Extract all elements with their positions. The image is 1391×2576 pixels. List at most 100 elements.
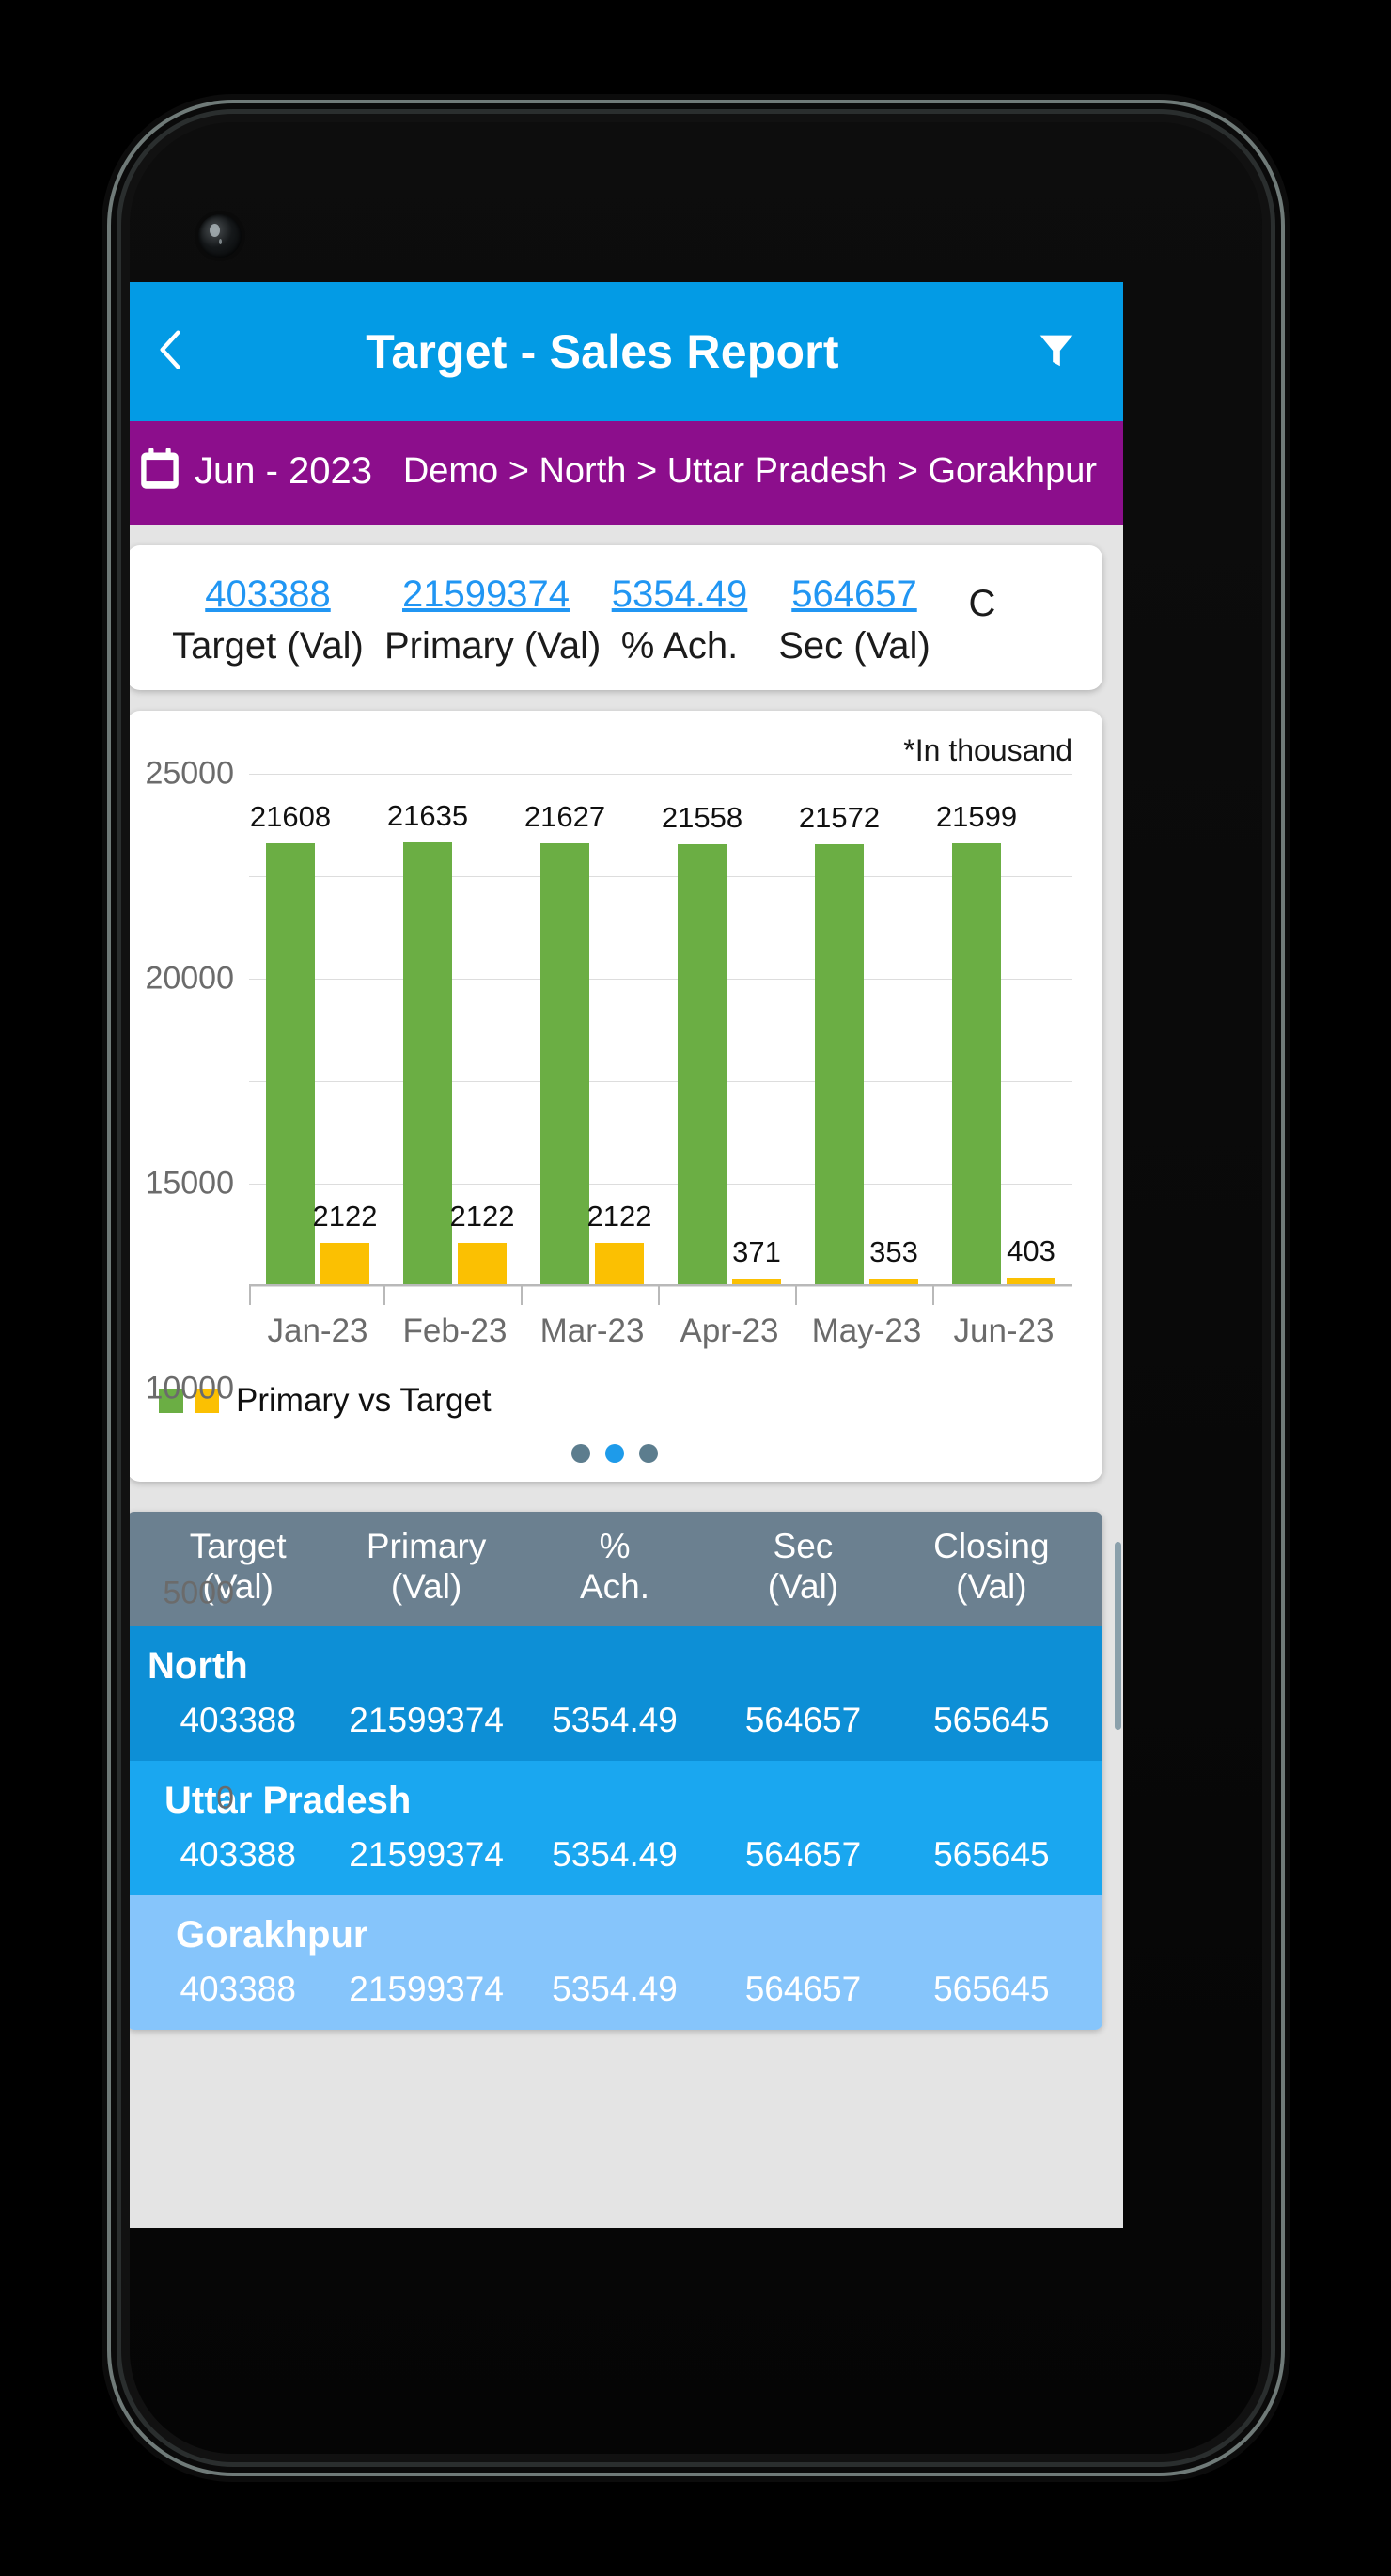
table-row[interactable]: Uttar Pradesh 403388 21599374 5354.49 564657… [130, 1760, 1102, 1895]
kpi-label: C [968, 583, 996, 624]
table-row[interactable]: North 403388 21599374 5354.49 564657 565645 [130, 1626, 1102, 1761]
table-header-row: Target (Val) Primary (Val)% Ach. Sec (Val) Clos… [130, 1512, 1102, 1626]
pagination-dot[interactable] [639, 1444, 658, 1463]
chart-legend: Primary vs Target [144, 1350, 1086, 1420]
bar-group: 21635 2122 [383, 774, 524, 1305]
bar-value-label: 403 [1007, 1234, 1055, 1268]
bar-value-label: 2122 [312, 1199, 378, 1233]
kpi-value[interactable]: 564657 [772, 573, 937, 616]
table-cell: 565645 [933, 1834, 1050, 1874]
bar-group: 21558 371 [658, 774, 798, 1305]
y-axis-tick-label: 5000 [163, 1575, 234, 1611]
x-axis-label: Jan-23 [267, 1312, 368, 1349]
kpi-summary-card: 403388 Target (Val) 21599374 Primary (Val) 5… [130, 545, 1102, 690]
kpi-label: Target (Val) [172, 625, 364, 667]
filter-button[interactable] [1024, 319, 1089, 385]
table-cell: 564657 [744, 1969, 862, 2008]
table-column-header: Closing (Val) [933, 1527, 1050, 1606]
bar-value-label: 2122 [586, 1199, 652, 1233]
table-cell: 403388 [180, 1834, 296, 1874]
funnel-filter-icon [1035, 328, 1078, 376]
kpi-label: % Ach. [620, 625, 739, 667]
bar-primary[interactable]: 21572 [799, 801, 880, 1286]
table-row-values: 403388 21599374 5354.49 564657 565645 [144, 1835, 1086, 1875]
x-axis-tick [521, 1286, 523, 1305]
table-cell: 5354.49 [552, 1969, 678, 2008]
bar-value-label: 21635 [386, 799, 469, 833]
kpi-item[interactable]: C [945, 573, 1020, 625]
bar-primary[interactable]: 21599 [936, 800, 1017, 1286]
vertical-scrollbar[interactable] [1115, 1542, 1121, 1730]
chart-x-axis-labels: Jan-23 Feb-23 Mar-23 Apr-23 May-23 Jun-23 [249, 1312, 1072, 1350]
y-axis-tick-label: 0 [216, 1780, 234, 1816]
pagination-dot[interactable] [605, 1444, 624, 1463]
calendar-icon[interactable] [134, 444, 185, 498]
bar-value-label: 21608 [249, 799, 332, 833]
context-bar: Jun - 2023 Demo > North > Uttar Pradesh … [130, 421, 1123, 525]
chart-plot-area: 0 5000 10000 15000 20000 25000 21608 2122 21635… [145, 756, 1072, 1816]
table-row-name: Uttar Pradesh [164, 1779, 412, 1821]
bar-target[interactable]: 2122 [313, 1200, 377, 1286]
y-axis-tick-label: 15000 [145, 1165, 234, 1202]
table-cell: 403388 [180, 1700, 296, 1739]
kpi-item[interactable]: 564657 Sec (Val) [764, 573, 945, 668]
carousel-pagination[interactable] [144, 1420, 1086, 1469]
table-row-values: 403388 21599374 5354.49 564657 565645 [144, 1701, 1086, 1740]
phone-bezel: Target - Sales Report Jun - 2023 Demo > … [130, 122, 1262, 2454]
bar-value-label: 371 [732, 1234, 781, 1268]
bar-value-label: 2122 [449, 1199, 515, 1233]
legend-label: Primary vs Target [236, 1382, 492, 1419]
phone-frame: Target - Sales Report Jun - 2023 Demo > … [130, 122, 1262, 2454]
x-axis-tick [383, 1286, 385, 1305]
bar-primary[interactable]: 21608 [250, 800, 331, 1286]
table-cell: 5354.49 [552, 1700, 678, 1739]
bar-group: 21599 403 [932, 774, 1072, 1305]
kpi-label: Primary (Val) [384, 625, 602, 667]
table-column-header: % Ach. [579, 1527, 650, 1606]
table-cell: 403388 [180, 1969, 296, 2008]
kpi-item[interactable]: 21599374 Primary (Val) [377, 573, 602, 668]
table-row-name: North [148, 1644, 248, 1687]
kpi-label: Sec (Val) [778, 625, 930, 667]
front-camera-icon [198, 214, 242, 258]
page-title: Target - Sales Report [366, 325, 839, 378]
table-column-header: Primary (Val) [366, 1527, 487, 1606]
table-cell: 565645 [933, 1700, 1050, 1739]
x-axis-label: Jun-23 [953, 1312, 1055, 1349]
chart-x-axis-line [249, 1284, 1072, 1286]
period-label[interactable]: Jun - 2023 [195, 450, 372, 493]
bar-primary[interactable]: 21558 [662, 801, 742, 1286]
chart-note: *In thousand [903, 733, 1072, 767]
x-axis-label: Mar-23 [539, 1312, 645, 1349]
bar-value-label: 21627 [524, 799, 606, 833]
kpi-value[interactable]: 403388 [166, 573, 369, 616]
bar-primary[interactable]: 21627 [524, 800, 605, 1286]
chart-card: *In thousand 0 5000 10000 15000 20000 25000 2… [130, 711, 1102, 1816]
kpi-item[interactable]: 403388 Target (Val) [159, 573, 377, 668]
table-row[interactable]: Gorakhpur 403388 21599374 5354.49 564657 5656… [130, 1894, 1102, 2030]
x-axis-label: May-23 [811, 1312, 922, 1349]
x-axis-tick [932, 1286, 934, 1305]
kpi-value[interactable]: 21599374 [384, 573, 587, 616]
bar-target[interactable]: 2122 [587, 1200, 651, 1286]
data-table: Target (Val) Primary (Val)% Ach. Sec (Val) Clos… [130, 1512, 1102, 2030]
pagination-dot[interactable] [571, 1444, 590, 1463]
x-axis-tick [658, 1286, 660, 1305]
y-axis-tick-label: 10000 [145, 1370, 234, 1406]
breadcrumb[interactable]: Demo > North > Uttar Pradesh > Gorakhpur [397, 450, 1097, 493]
bar-group: 21608 2122 [249, 774, 386, 1305]
table-cell: 564657 [744, 1700, 862, 1739]
bar-primary[interactable]: 21635 [387, 799, 468, 1286]
kpi-row[interactable]: 403388 Target (Val) 21599374 Primary (Val) 5… [130, 573, 1020, 668]
kpi-value[interactable]: 5354.49 [602, 573, 757, 616]
bar-target[interactable]: 2122 [450, 1200, 514, 1286]
bar-value-label: 353 [869, 1235, 918, 1269]
table-cell: 21599374 [349, 1700, 504, 1739]
x-axis-label: Apr-23 [680, 1312, 779, 1349]
kpi-item[interactable]: 5354.49 % Ach. [595, 573, 764, 668]
table-row-name: Gorakhpur [176, 1913, 368, 1956]
table-cell: 5354.49 [552, 1834, 678, 1874]
y-axis-tick-label: 20000 [145, 960, 234, 997]
bar-value-label: 21572 [798, 800, 881, 834]
table-cell: 565645 [933, 1969, 1050, 2008]
